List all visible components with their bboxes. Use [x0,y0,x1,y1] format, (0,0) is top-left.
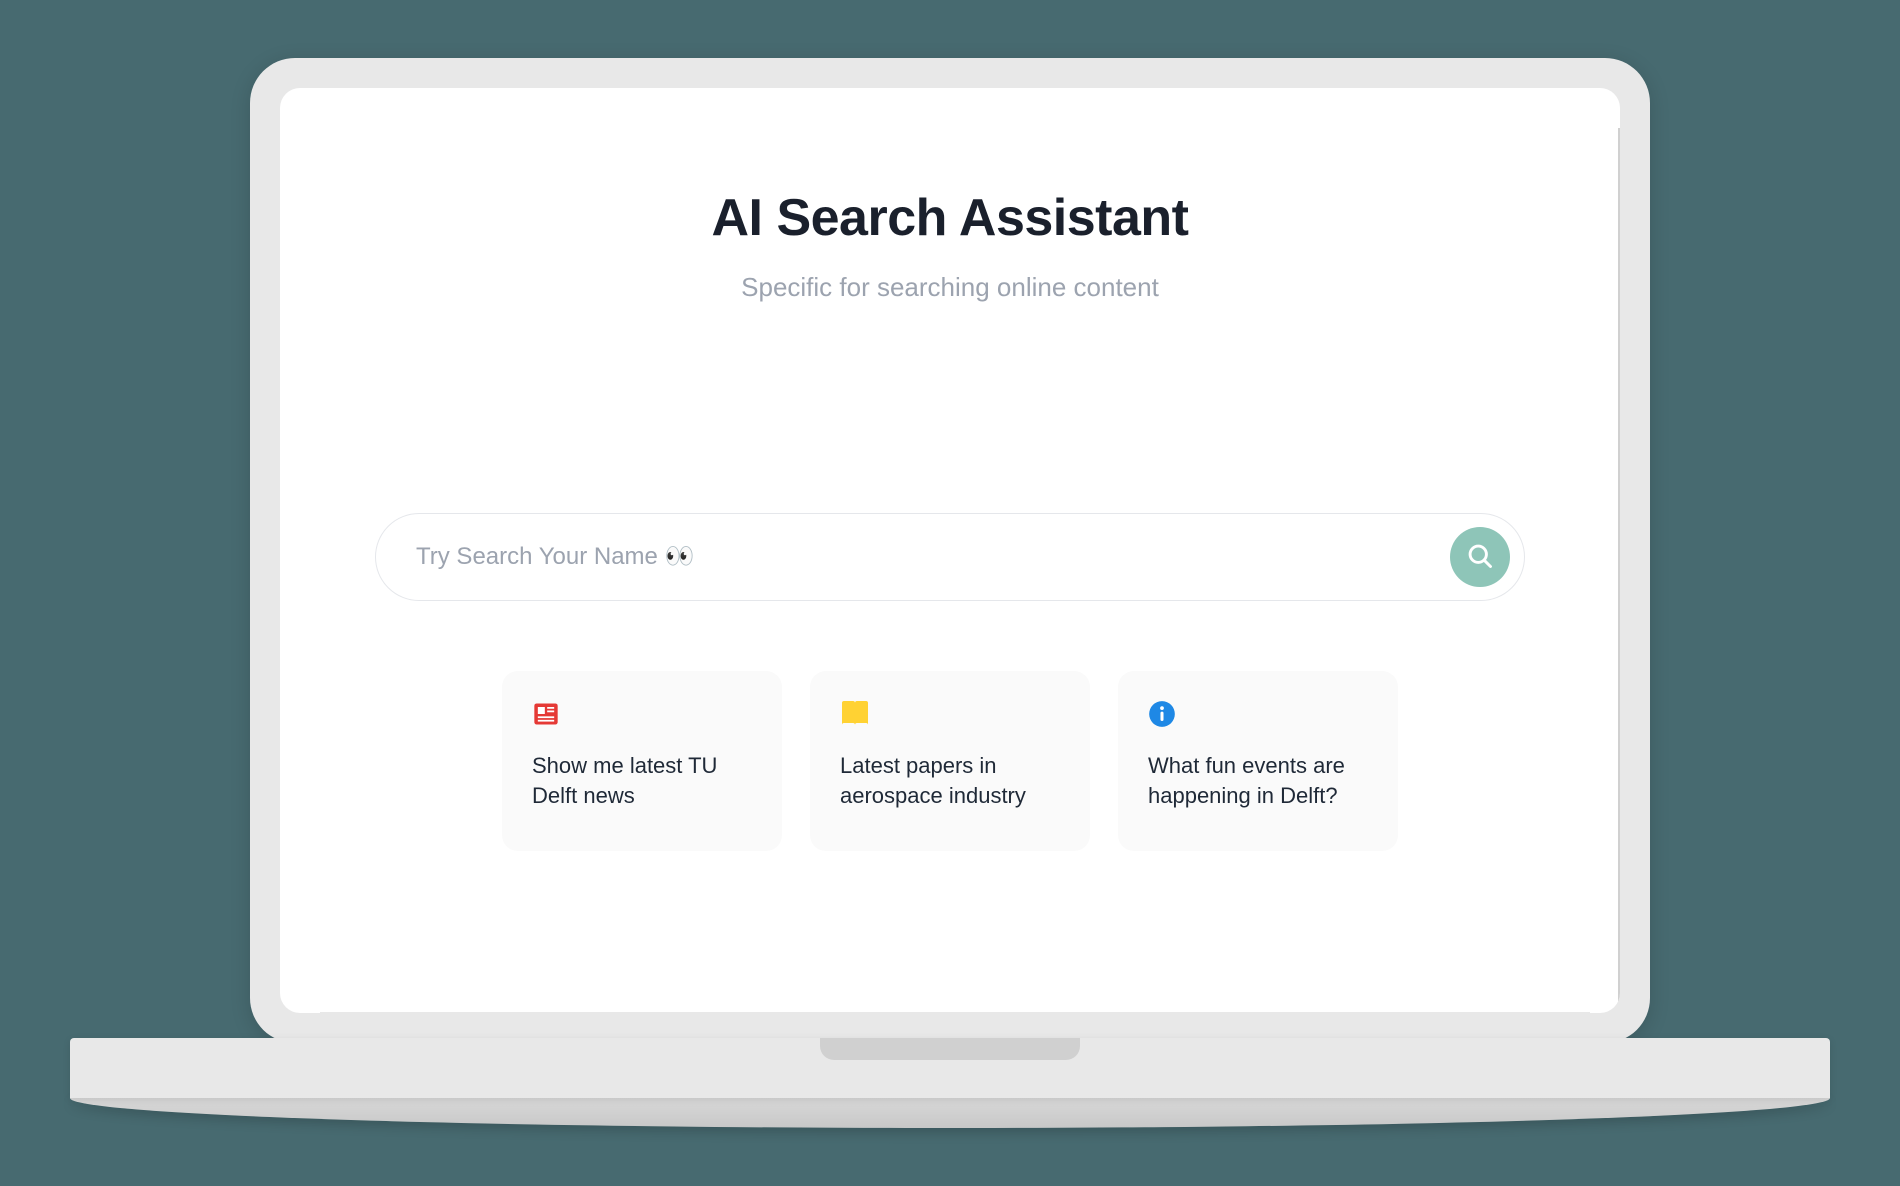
suggestion-cards: Show me latest TU Delft news Latest pape… [502,671,1398,851]
laptop-notch [820,1038,1080,1060]
scrollbar[interactable] [1618,128,1620,1013]
info-icon [1148,699,1368,729]
suggestion-card-events[interactable]: What fun events are happening in Delft? [1118,671,1398,851]
laptop-base-deck [70,1038,1830,1098]
book-icon [840,699,1060,729]
laptop-base-edge [70,1098,1830,1128]
suggestion-card-news[interactable]: Show me latest TU Delft news [502,671,782,851]
suggestion-card-label: Show me latest TU Delft news [532,751,752,810]
app-content: AI Search Assistant Specific for searchi… [280,88,1620,1013]
laptop-base [70,1038,1830,1128]
suggestion-card-label: Latest papers in aerospace industry [840,751,1060,810]
search-button[interactable] [1450,527,1510,587]
divider [320,1012,1590,1013]
laptop-screen-bezel: AI Search Assistant Specific for searchi… [250,58,1650,1043]
suggestion-card-label: What fun events are happening in Delft? [1148,751,1368,810]
suggestion-card-papers[interactable]: Latest papers in aerospace industry [810,671,1090,851]
search-bar[interactable] [375,513,1525,601]
laptop-mockup: AI Search Assistant Specific for searchi… [70,58,1830,1128]
laptop-screen: AI Search Assistant Specific for searchi… [280,88,1620,1013]
page-subtitle: Specific for searching online content [741,272,1159,303]
page-title: AI Search Assistant [712,188,1189,248]
search-input[interactable] [416,543,1450,571]
newspaper-icon [532,699,752,729]
search-icon [1466,542,1494,573]
